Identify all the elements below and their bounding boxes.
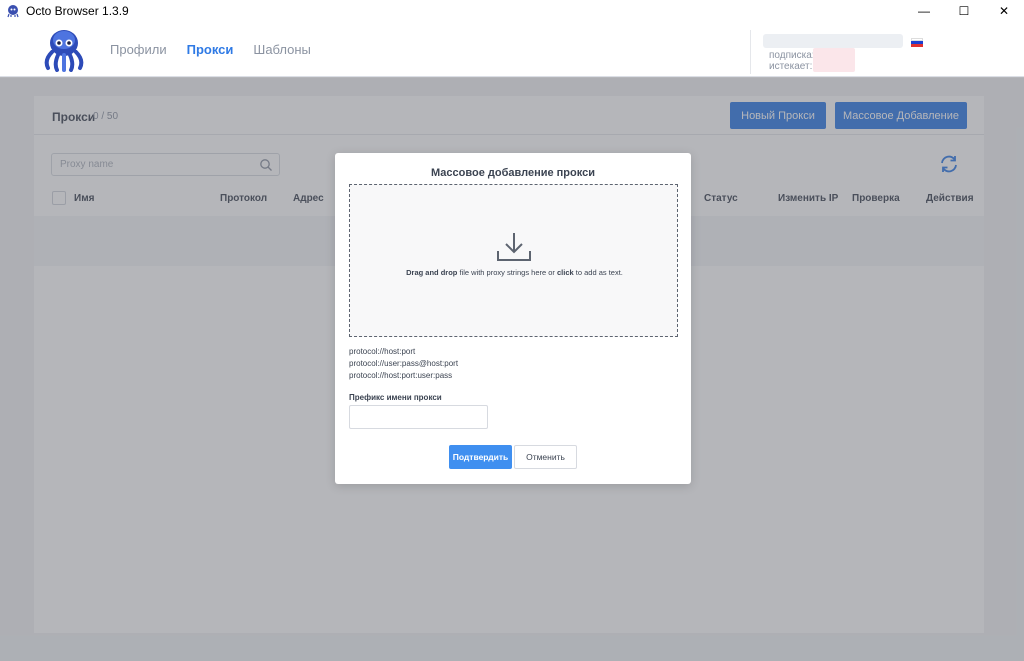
russia-flag-icon[interactable]	[911, 38, 923, 47]
nav-proxies[interactable]: Прокси	[187, 42, 234, 57]
dropzone-hint-text-2: to add as text.	[573, 268, 623, 277]
app-header: Профили Прокси Шаблоны подписка: истекае…	[0, 22, 1024, 77]
nav-profiles[interactable]: Профили	[110, 42, 167, 57]
main-nav: Профили Прокси Шаблоны	[110, 42, 311, 57]
prefix-label: Префикс имени прокси	[349, 393, 442, 402]
nav-templates[interactable]: Шаблоны	[253, 42, 311, 57]
download-icon	[497, 233, 531, 261]
subscription-label: подписка:	[769, 50, 815, 61]
close-button[interactable]: ✕	[984, 0, 1024, 22]
prefix-input[interactable]	[349, 405, 488, 429]
format-example: protocol://host:port:user:pass	[349, 371, 453, 380]
account-info: подписка: истекает:	[750, 30, 925, 74]
bulk-add-modal: Массовое добавление прокси Drag and drop…	[335, 153, 691, 484]
subscription-value-redacted	[813, 48, 855, 72]
modal-title: Массовое добавление прокси	[431, 167, 595, 179]
minimize-button[interactable]: —	[904, 0, 944, 22]
cancel-button[interactable]: Отменить	[514, 445, 577, 469]
window-titlebar: Octo Browser 1.3.9 — ☐ ✕	[0, 0, 1024, 22]
dropzone-click-link[interactable]: click	[557, 268, 574, 277]
expires-label: истекает:	[769, 61, 813, 72]
file-dropzone[interactable]: Drag and drop file with proxy strings he…	[349, 184, 678, 337]
dropzone-hint-text-1: file with proxy strings here or	[457, 268, 557, 277]
dropzone-hint-bold-drag: Drag and drop	[406, 268, 458, 277]
format-example: protocol://host:port	[349, 347, 416, 356]
maximize-button[interactable]: ☐	[944, 0, 984, 22]
dropzone-hint: Drag and drop file with proxy strings he…	[350, 268, 679, 277]
account-email-redacted	[763, 34, 903, 48]
octo-logo[interactable]	[40, 26, 88, 72]
proxy-formats-list: protocol://host:port protocol://user:pas…	[349, 346, 458, 382]
format-example: protocol://user:pass@host:port	[349, 359, 459, 368]
octo-app-icon	[7, 5, 19, 18]
window-controls: — ☐ ✕	[904, 0, 1024, 22]
confirm-button[interactable]: Подтвердить	[449, 445, 512, 469]
window-title: Octo Browser 1.3.9	[26, 4, 129, 18]
